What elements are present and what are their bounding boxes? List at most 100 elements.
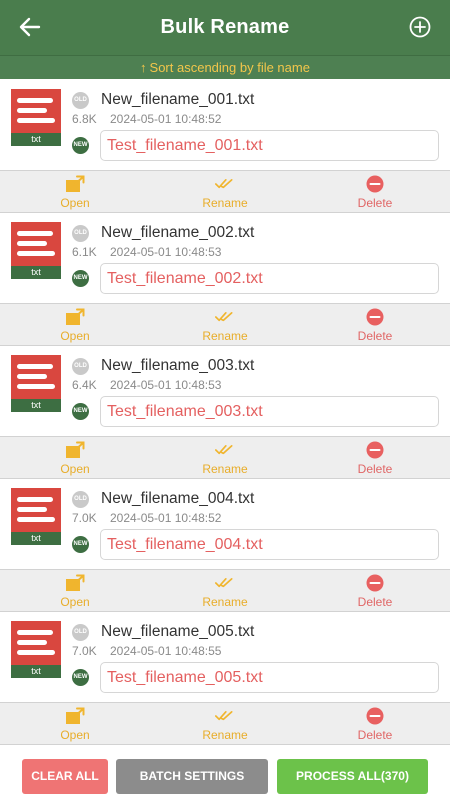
open-external-icon — [66, 441, 85, 458]
rename-button[interactable]: Rename — [185, 703, 265, 745]
rename-button[interactable]: Rename — [185, 304, 265, 346]
new-badge: NEW — [72, 536, 89, 553]
new-badge: NEW — [72, 270, 89, 287]
file-info: txt OLD New_filename_003.txt 6.4K 2024-0… — [0, 346, 450, 436]
file-size: 6.4K — [72, 378, 97, 392]
minus-circle-icon — [366, 308, 384, 326]
file-date: 2024-05-01 10:48:53 — [110, 245, 222, 259]
plus-circle-icon — [409, 16, 431, 38]
rename-button[interactable]: Rename — [185, 171, 265, 213]
new-filename-input[interactable]: Test_filename_003.txt — [100, 396, 439, 427]
batch-settings-button[interactable]: BATCH SETTINGS — [116, 759, 268, 794]
open-external-icon — [66, 175, 85, 192]
delete-label: Delete — [357, 728, 393, 742]
open-external-icon — [66, 308, 85, 325]
rename-label: Rename — [202, 196, 248, 210]
rename-button[interactable]: Rename — [185, 570, 265, 612]
app-bar: Bulk Rename — [0, 0, 450, 55]
file-type-label: txt — [11, 665, 61, 678]
rename-button[interactable]: Rename — [185, 437, 265, 479]
txt-file-icon[interactable]: txt — [11, 621, 61, 678]
open-label: Open — [60, 329, 90, 343]
file-item: txt OLD New_filename_005.txt 7.0K 2024-0… — [0, 612, 450, 745]
rename-label: Rename — [202, 329, 248, 343]
clear-all-button[interactable]: CLEAR ALL — [22, 759, 108, 794]
file-list: txt OLD New_filename_001.txt 6.8K 2024-0… — [0, 80, 450, 745]
file-size: 6.1K — [72, 245, 97, 259]
new-filename-input[interactable]: Test_filename_001.txt — [100, 130, 439, 161]
txt-file-icon[interactable]: txt — [11, 89, 61, 146]
double-check-icon — [215, 179, 233, 189]
open-button[interactable]: Open — [35, 570, 115, 612]
old-filename: New_filename_005.txt — [101, 623, 255, 640]
old-badge: OLD — [72, 624, 89, 641]
open-label: Open — [60, 196, 90, 210]
rename-label: Rename — [202, 728, 248, 742]
double-check-icon — [215, 578, 233, 588]
file-info: txt OLD New_filename_004.txt 7.0K 2024-0… — [0, 479, 450, 569]
minus-circle-icon — [366, 175, 384, 193]
bottom-bar: CLEAR ALL BATCH SETTINGS PROCESS ALL(370… — [0, 748, 450, 800]
old-filename: New_filename_001.txt — [101, 91, 255, 108]
file-date: 2024-05-01 10:48:52 — [110, 112, 222, 126]
file-info: txt OLD New_filename_001.txt 6.8K 2024-0… — [0, 80, 450, 170]
open-label: Open — [60, 462, 90, 476]
action-bar: Open Rename Delete — [0, 303, 450, 346]
delete-button[interactable]: Delete — [335, 437, 415, 479]
file-item: txt OLD New_filename_003.txt 6.4K 2024-0… — [0, 346, 450, 479]
old-filename: New_filename_003.txt — [101, 357, 255, 374]
old-badge: OLD — [72, 225, 89, 242]
file-date: 2024-05-01 10:48:52 — [110, 511, 222, 525]
file-item: txt OLD New_filename_001.txt 6.8K 2024-0… — [0, 80, 450, 213]
file-info: txt OLD New_filename_005.txt 7.0K 2024-0… — [0, 612, 450, 702]
open-button[interactable]: Open — [35, 171, 115, 213]
delete-label: Delete — [357, 595, 393, 609]
file-date: 2024-05-01 10:48:53 — [110, 378, 222, 392]
sort-arrow-icon: ↑ — [140, 60, 147, 75]
old-badge: OLD — [72, 358, 89, 375]
rename-label: Rename — [202, 462, 248, 476]
minus-circle-icon — [366, 441, 384, 459]
sort-bar[interactable]: ↑ Sort ascending by file name — [0, 55, 450, 79]
back-button[interactable] — [12, 10, 48, 44]
delete-button[interactable]: Delete — [335, 171, 415, 213]
open-external-icon — [66, 707, 85, 724]
old-filename: New_filename_004.txt — [101, 490, 255, 507]
open-button[interactable]: Open — [35, 437, 115, 479]
txt-file-icon[interactable]: txt — [11, 222, 61, 279]
old-filename: New_filename_002.txt — [101, 224, 255, 241]
file-item: txt OLD New_filename_004.txt 7.0K 2024-0… — [0, 479, 450, 612]
page-title: Bulk Rename — [160, 16, 290, 38]
double-check-icon — [215, 711, 233, 721]
new-badge: NEW — [72, 669, 89, 686]
file-type-label: txt — [11, 399, 61, 412]
txt-file-icon[interactable]: txt — [11, 488, 61, 545]
file-item: txt OLD New_filename_002.txt 6.1K 2024-0… — [0, 213, 450, 346]
file-date: 2024-05-01 10:48:55 — [110, 644, 222, 658]
arrow-left-icon — [19, 17, 41, 37]
file-type-label: txt — [11, 532, 61, 545]
delete-label: Delete — [357, 462, 393, 476]
minus-circle-icon — [366, 574, 384, 592]
file-size: 7.0K — [72, 511, 97, 525]
open-button[interactable]: Open — [35, 703, 115, 745]
open-button[interactable]: Open — [35, 304, 115, 346]
open-external-icon — [66, 574, 85, 591]
new-filename-input[interactable]: Test_filename_002.txt — [100, 263, 439, 294]
file-type-label: txt — [11, 266, 61, 279]
file-size: 7.0K — [72, 644, 97, 658]
txt-file-icon[interactable]: txt — [11, 355, 61, 412]
process-all-button[interactable]: PROCESS ALL(370) — [277, 759, 428, 794]
sort-label: Sort ascending by file name — [149, 60, 310, 75]
open-label: Open — [60, 595, 90, 609]
delete-button[interactable]: Delete — [335, 304, 415, 346]
delete-button[interactable]: Delete — [335, 570, 415, 612]
action-bar: Open Rename Delete — [0, 569, 450, 612]
double-check-icon — [215, 445, 233, 455]
delete-label: Delete — [357, 329, 393, 343]
add-button[interactable] — [402, 10, 438, 44]
action-bar: Open Rename Delete — [0, 702, 450, 745]
delete-button[interactable]: Delete — [335, 703, 415, 745]
new-filename-input[interactable]: Test_filename_005.txt — [100, 662, 439, 693]
new-filename-input[interactable]: Test_filename_004.txt — [100, 529, 439, 560]
